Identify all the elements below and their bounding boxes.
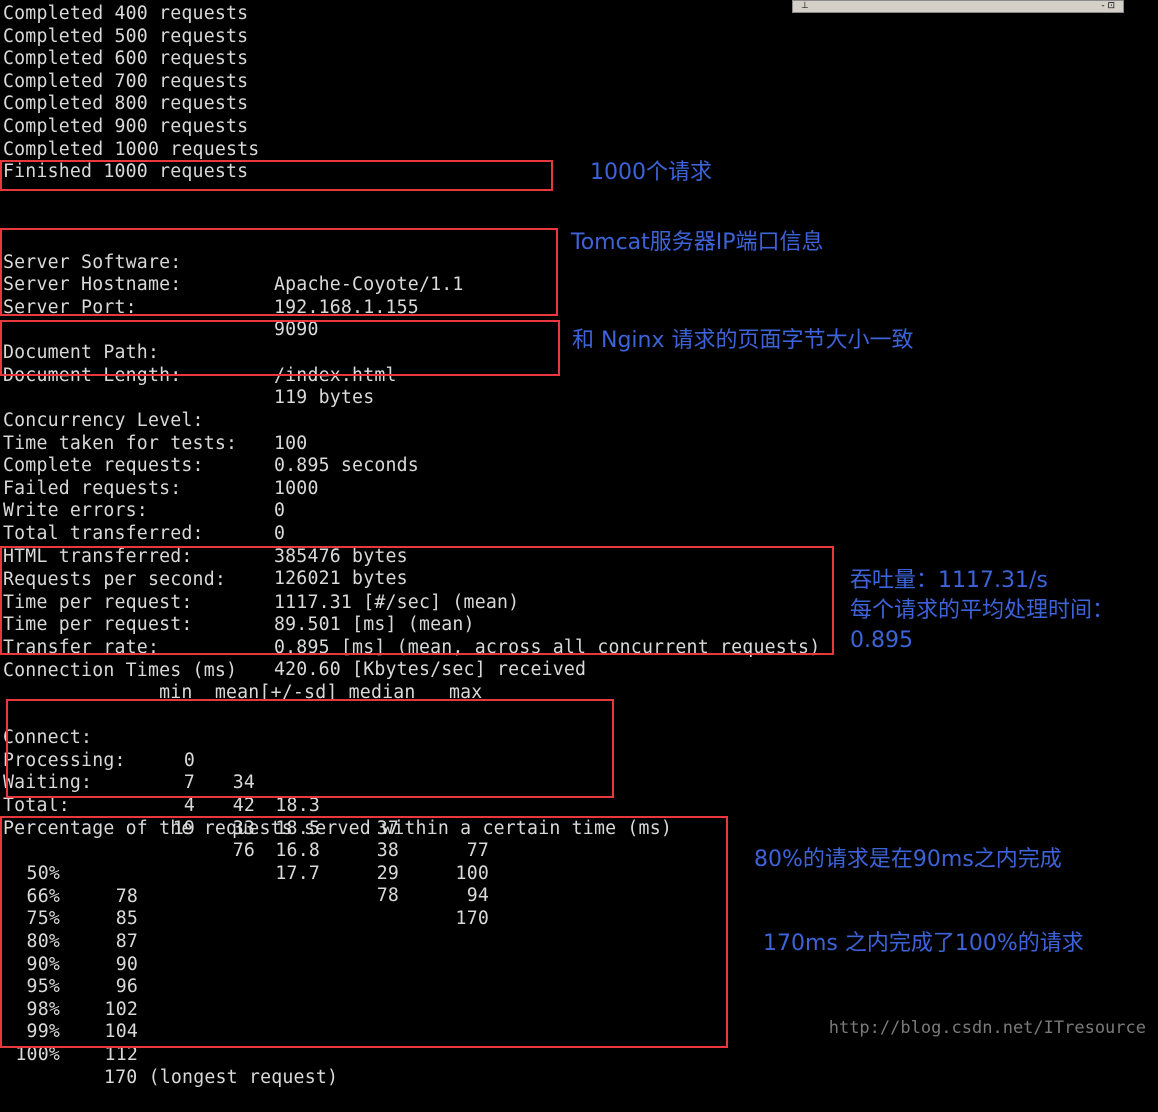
cell-min: 4 bbox=[183, 795, 195, 817]
annotation-server: Tomcat服务器IP端口信息 bbox=[571, 230, 824, 255]
cell-mean: 42 bbox=[232, 795, 255, 817]
annotation-avg-time-value: 0.895 bbox=[850, 628, 913, 653]
annotation-requests: 1000个请求 bbox=[590, 160, 712, 185]
stat-row: Failed requests: 0 bbox=[3, 455, 285, 522]
progress-line: Completed 600 requests bbox=[3, 48, 249, 70]
stat-row: Total transferred: 385476 bytes bbox=[3, 501, 408, 567]
cell-sd: 18.3 bbox=[275, 795, 320, 817]
progress-line: Completed 1000 requests bbox=[3, 138, 260, 160]
annotation-p100: 170ms 之内完成了100%的请求 bbox=[763, 931, 1084, 956]
progress-line: Completed 800 requests bbox=[3, 93, 249, 115]
annotation-throughput: 吞吐量：1117.31/s bbox=[850, 568, 1048, 593]
watermark: http://blog.csdn.net/ITresource bbox=[828, 1018, 1146, 1038]
document-highlight-box bbox=[0, 320, 560, 376]
row-value: 100 bbox=[274, 432, 308, 454]
stat-row: Complete requests: 1000 bbox=[3, 433, 318, 499]
progress-line: Completed 900 requests bbox=[3, 116, 249, 137]
progress-line: Completed 400 requests bbox=[3, 3, 249, 24]
row-value: 0.895 seconds bbox=[274, 455, 419, 477]
connection-times-title: Connection Times (ms) bbox=[3, 659, 238, 681]
annotation-document: 和 Nginx 请求的页面字节大小一致 bbox=[572, 328, 914, 353]
rates-highlight-box bbox=[0, 546, 834, 655]
stat-row: Time taken for tests: 0.895 seconds bbox=[3, 410, 419, 477]
row-value: 0 bbox=[274, 523, 286, 545]
progress-line: Completed 500 requests bbox=[3, 25, 249, 47]
cell-time: 170 (longest request) bbox=[104, 1066, 339, 1088]
stat-row: Write errors: 0 bbox=[3, 478, 285, 544]
window-controls[interactable]: - ⊡ bbox=[1101, 1, 1115, 12]
stat-row: Concurrency Level: 100 bbox=[3, 388, 307, 454]
row-label: Total: bbox=[3, 795, 70, 817]
annotation-p80: 80%的请求是在90ms之内完成 bbox=[754, 847, 1062, 872]
window-title-bar: ⊥ - ⊡ bbox=[792, 0, 1124, 13]
stat-row: HTML transferred: 126021 bytes bbox=[3, 523, 408, 590]
server-highlight-box bbox=[0, 228, 558, 316]
annotation-avg-time: 每个请求的平均处理时间： bbox=[850, 598, 1115, 623]
row-value: 1000 bbox=[274, 477, 319, 499]
percentiles-highlight-box bbox=[0, 816, 728, 1048]
progress-line: Completed 700 requests bbox=[3, 70, 249, 92]
row-value: 420.60 [Kbytes/sec] received bbox=[274, 659, 587, 681]
row-value: 0 bbox=[274, 500, 286, 522]
connection-times-highlight-box bbox=[6, 699, 614, 798]
finished-highlight-box bbox=[0, 160, 553, 191]
pin-icon[interactable]: ⊥ bbox=[801, 1, 809, 12]
row-value: 119 bytes bbox=[274, 387, 375, 409]
